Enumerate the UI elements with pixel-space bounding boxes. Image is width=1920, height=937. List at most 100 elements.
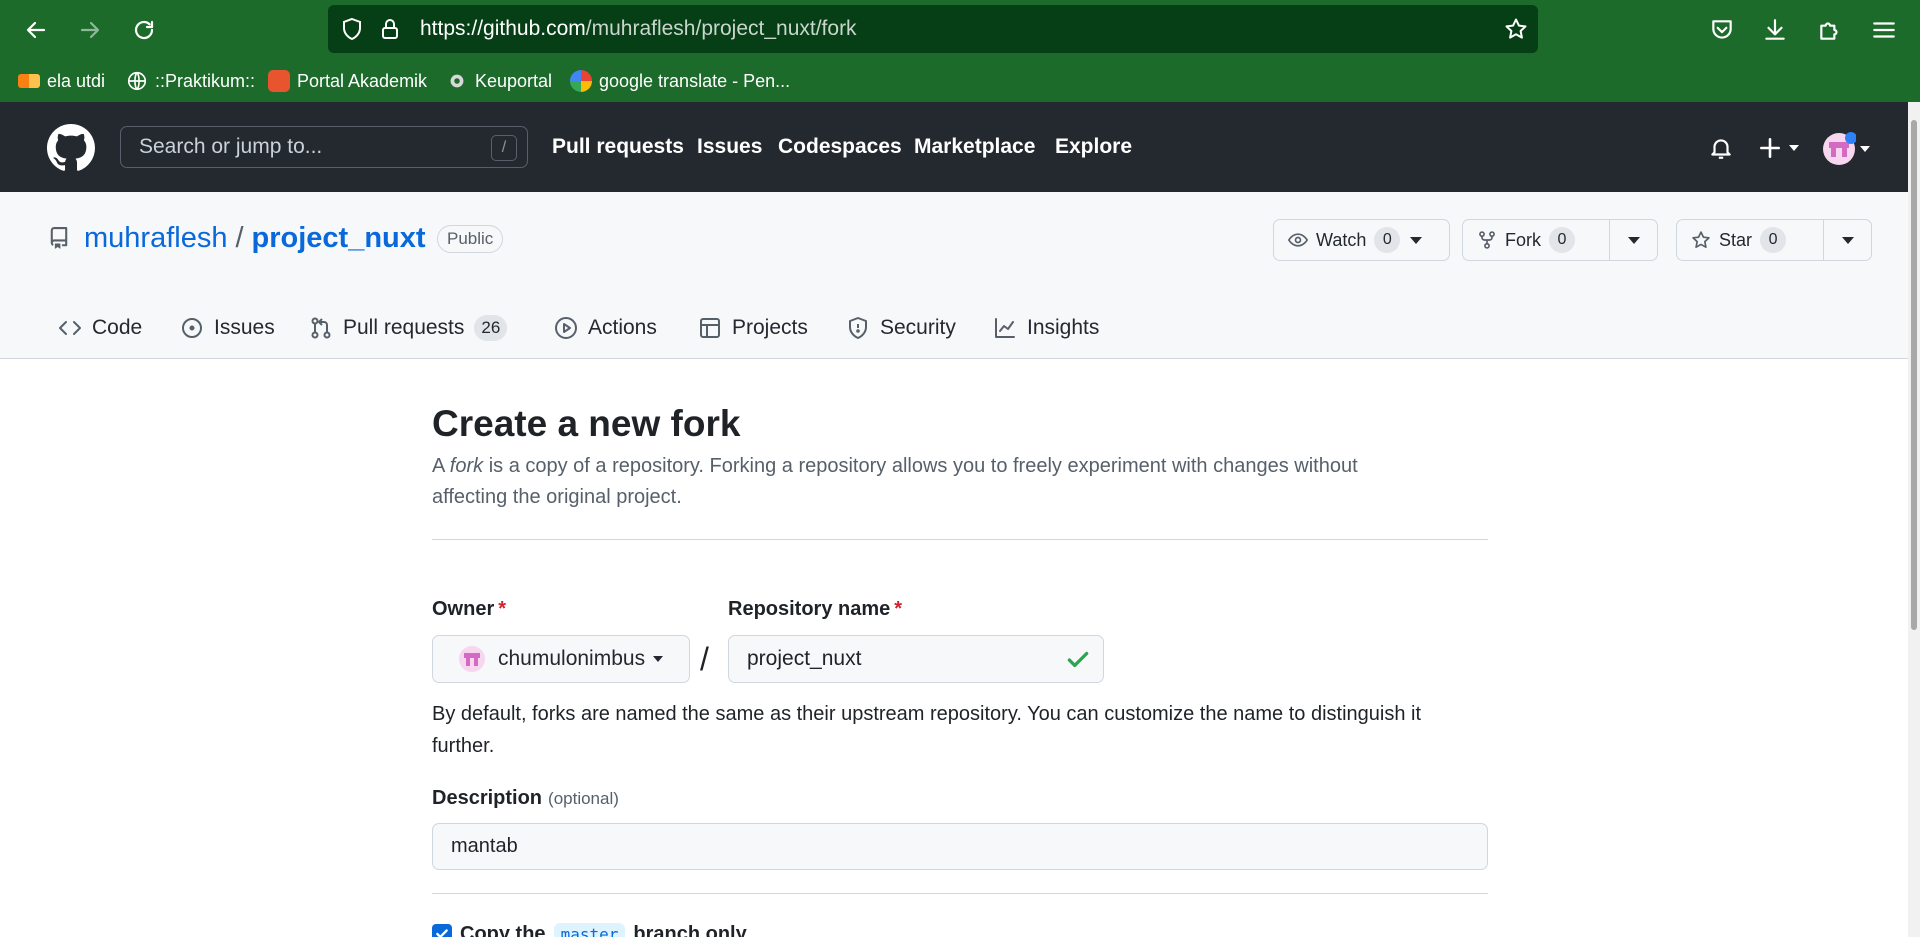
repository-name-input[interactable]: project_nuxt (728, 635, 1104, 683)
description-input[interactable]: mantab (432, 823, 1488, 870)
chevron-down-icon (1410, 236, 1423, 244)
reload-button[interactable] (126, 12, 162, 48)
tab-code[interactable]: Code (58, 303, 142, 353)
repo-icon (50, 227, 68, 249)
tab-projects[interactable]: Projects (698, 303, 808, 353)
global-search-input[interactable]: Search or jump to... / (120, 126, 528, 168)
repository-name-label: Repository name * (728, 598, 902, 621)
chevron-down-icon (1789, 145, 1799, 151)
nav-marketplace[interactable]: Marketplace (914, 126, 1035, 168)
menu-button[interactable] (1871, 17, 1897, 43)
description-label-text: Description (432, 787, 543, 809)
tab-actions[interactable]: Actions (554, 303, 657, 353)
fork-dropdown[interactable] (1609, 220, 1657, 260)
owner-label-text: Owner (432, 598, 495, 620)
fork-button[interactable]: Fork 0 (1463, 220, 1609, 260)
visibility-badge: Public (437, 225, 504, 253)
owner-label: Owner * (432, 598, 506, 621)
url-path: /muhraflesh/project_nuxt/fork (585, 17, 857, 40)
nav-issues[interactable]: Issues (697, 126, 762, 168)
star-count: 0 (1760, 227, 1787, 253)
fork-button-group: Fork 0 (1462, 219, 1658, 261)
repository-name-label-text: Repository name (728, 598, 891, 620)
star-dropdown[interactable] (1823, 220, 1871, 260)
copy-text-start: Copy the (460, 922, 546, 937)
page-scrollbar[interactable] (1908, 102, 1920, 937)
watch-label: Watch (1316, 229, 1367, 250)
bookmark-star-icon[interactable] (1504, 17, 1528, 41)
create-new-button[interactable] (1757, 135, 1803, 161)
bookmark-portal-akademik[interactable]: Portal Akademik (268, 68, 427, 94)
page-title: Create a new fork (432, 403, 741, 444)
url-text[interactable]: https://github.com/muhraflesh/project_nu… (420, 5, 857, 53)
lock-icon[interactable] (378, 17, 402, 41)
nav-codespaces[interactable]: Codespaces (778, 126, 902, 168)
tab-issues[interactable]: Issues (180, 303, 275, 353)
nav-explore[interactable]: Explore (1055, 126, 1132, 168)
fork-label: Fork (1505, 229, 1541, 250)
tab-label: Projects (732, 316, 808, 339)
repo-title: muhraflesh / project_nuxt (84, 220, 426, 256)
repo-name-link[interactable]: project_nuxt (252, 222, 426, 254)
tab-label: Actions (588, 316, 657, 339)
bookmark-praktikum[interactable]: ::Praktikum:: (126, 68, 255, 94)
watch-dropdown[interactable] (1406, 220, 1434, 260)
required-mark: * (894, 598, 903, 620)
github-logo-icon[interactable] (47, 124, 95, 172)
tab-security[interactable]: Security (846, 303, 956, 353)
bookmark-label: Keuportal (475, 70, 553, 91)
copy-default-branch-option: Copy the master branch only (432, 918, 747, 937)
tab-pull-requests[interactable]: Pull requests 26 (309, 303, 508, 353)
owner-select[interactable]: chumulonimbus (432, 635, 690, 683)
bookmark-label: Portal Akademik (297, 70, 428, 91)
eye-icon (1288, 233, 1308, 247)
bookmark-ela-utdi[interactable]: ela utdi (18, 68, 105, 94)
github-header: Search or jump to... / Pull requests Iss… (0, 102, 1920, 192)
tracking-shield-icon[interactable] (340, 17, 364, 41)
nav-pull-requests[interactable]: Pull requests (552, 126, 684, 168)
pull-request-icon (311, 317, 331, 339)
downloads-button[interactable] (1762, 17, 1788, 43)
browser-toolbar: https://github.com/muhraflesh/project_nu… (0, 0, 1920, 60)
repo-owner-link[interactable]: muhraflesh (84, 222, 227, 254)
description-label: Description (optional) (432, 787, 619, 810)
url-bar[interactable]: https://github.com/muhraflesh/project_nu… (328, 5, 1538, 53)
user-menu-button[interactable] (1822, 132, 1874, 166)
section-divider (432, 893, 1488, 894)
reload-icon (134, 20, 154, 40)
owner-avatar (459, 646, 485, 672)
subtitle-text-end: is a copy of a repository. Forking a rep… (432, 455, 1358, 508)
puzzle-icon (1820, 22, 1838, 40)
back-button[interactable] (18, 12, 54, 48)
tab-label: Pull requests (343, 316, 465, 339)
star-button[interactable]: Star 0 (1677, 220, 1823, 260)
table-icon (700, 318, 720, 338)
chevron-down-icon (1860, 146, 1870, 152)
bookmark-keuportal[interactable]: Keuportal (446, 68, 552, 94)
tab-insights[interactable]: Insights (993, 303, 1099, 353)
arrow-left-icon (26, 21, 46, 39)
chevron-down-icon (1627, 236, 1640, 244)
shield-icon (849, 317, 867, 339)
arrow-right-icon (80, 21, 100, 39)
hamburger-icon (1873, 22, 1895, 38)
watch-button[interactable]: Watch 0 (1274, 220, 1406, 260)
scrollbar-thumb[interactable] (1911, 120, 1917, 630)
bookmark-google-translate[interactable]: google translate - Pen... (570, 68, 790, 94)
pull-requests-count: 26 (474, 315, 508, 341)
subtitle-text-start: A (432, 455, 450, 477)
download-icon (1765, 19, 1785, 40)
copy-text-end: branch only (633, 922, 747, 937)
forward-button[interactable] (72, 12, 108, 48)
section-divider (432, 539, 1488, 540)
bookmark-label: ela utdi (47, 70, 106, 91)
check-icon (436, 929, 448, 937)
bookmark-label: google translate - Pen... (599, 70, 791, 91)
extensions-button[interactable] (1817, 17, 1843, 43)
pocket-button[interactable] (1709, 17, 1735, 43)
copy-branch-checkbox[interactable] (432, 924, 452, 937)
notifications-bell-icon[interactable] (1708, 135, 1734, 161)
play-icon (555, 317, 577, 339)
code-icon (59, 321, 81, 335)
search-shortcut-key: / (491, 135, 517, 161)
